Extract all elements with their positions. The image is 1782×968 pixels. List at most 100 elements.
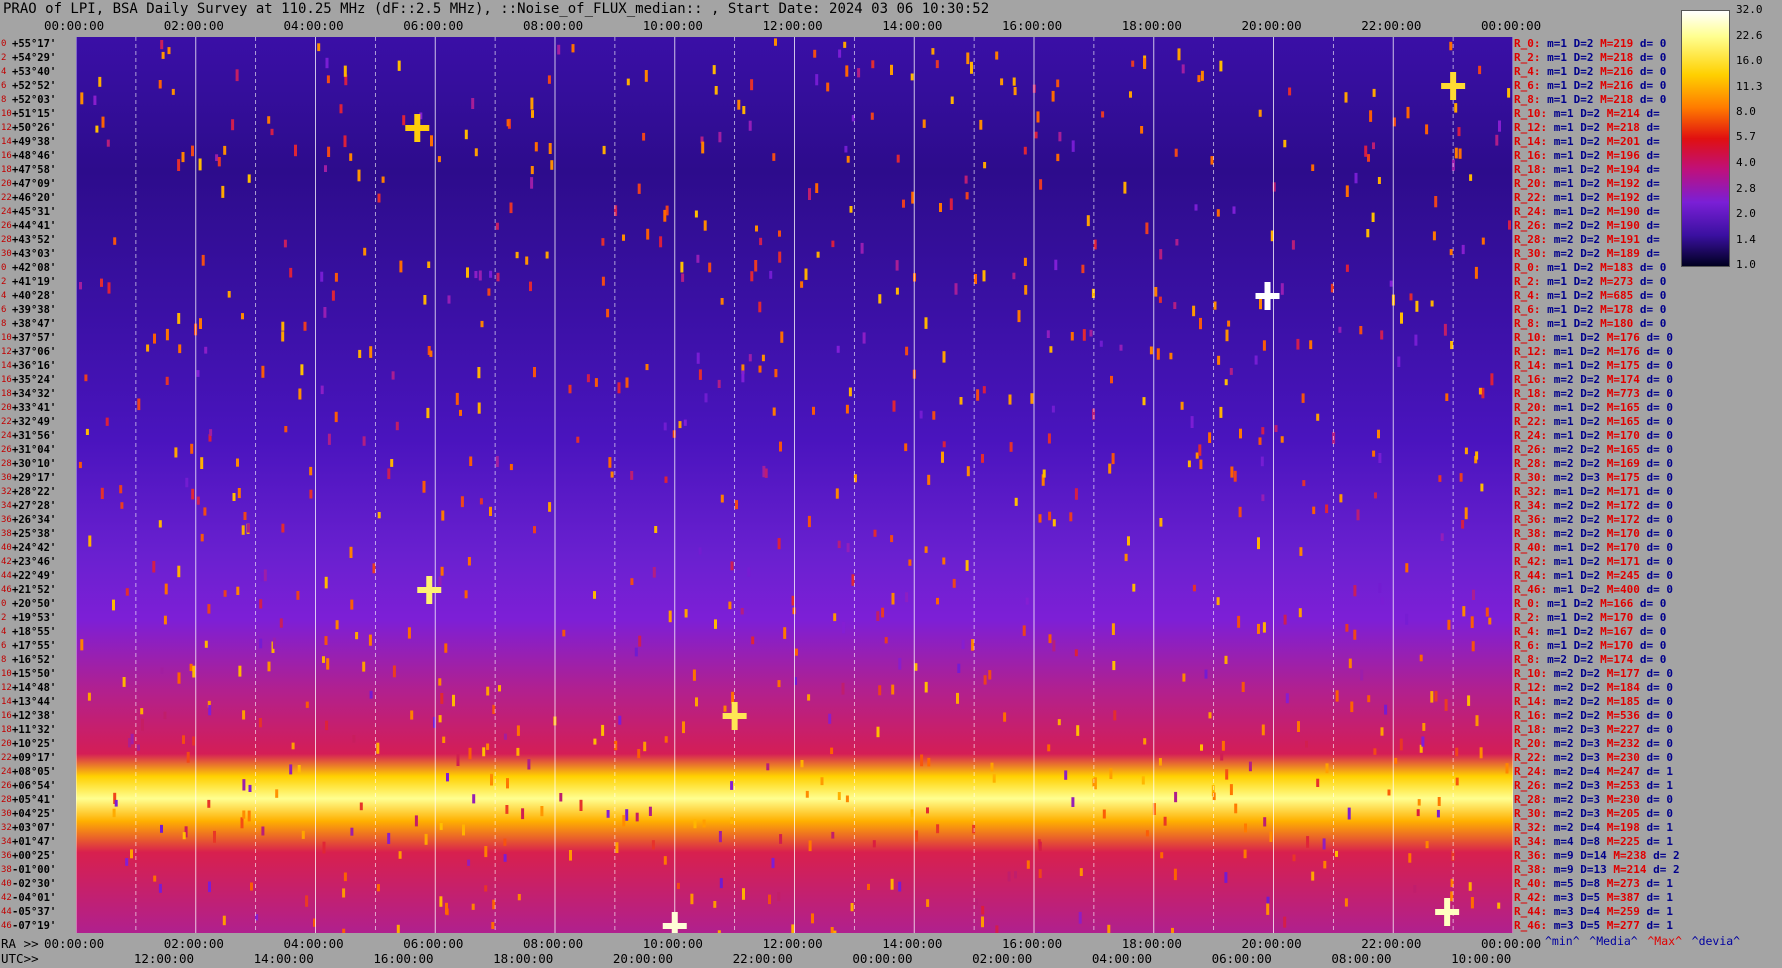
dec-label: +16°52' [12, 654, 57, 666]
speckle [414, 815, 418, 827]
speckle [890, 64, 893, 75]
speckle [1356, 509, 1360, 521]
speckle [891, 592, 895, 605]
speckle [833, 930, 837, 943]
ra-tick-label: 06:00:00 [403, 936, 464, 951]
dec-label: +10°25' [12, 738, 57, 750]
speckle [222, 915, 226, 926]
speckle [1443, 323, 1447, 336]
stat-m: m=2 [1553, 695, 1574, 708]
colorbar-label: 11.3 [1736, 79, 1763, 93]
speckle [831, 240, 835, 248]
stat-r: R_14: [1514, 695, 1548, 708]
speckle [768, 894, 771, 905]
utc-tick-label: 06:00:00 [1211, 951, 1272, 966]
speckle [718, 131, 722, 143]
speckle [896, 154, 900, 163]
speckle [971, 639, 975, 651]
stat-D: D=2 [1580, 121, 1601, 134]
stat-r: R_36: [1514, 513, 1548, 526]
speckle [241, 525, 245, 535]
speckle [830, 747, 834, 755]
speckle [1447, 619, 1451, 630]
speckle [1221, 740, 1225, 751]
utc-tick-label: 12:00:00 [133, 951, 195, 966]
speckle [1076, 725, 1080, 736]
speckle [622, 234, 625, 241]
stat-row: R_26: m=2 D=3 M=253 d= 1 [1514, 779, 1673, 792]
stat-m: m=9 [1553, 849, 1574, 862]
speckle [774, 369, 778, 378]
row-index-label: 28 [1, 795, 12, 805]
stat-row: R_6: m=1 D=2 M=170 d= 0 [1514, 639, 1666, 652]
chart-title: PRAO of LPI, BSA Daily Survey at 110.25 … [3, 1, 990, 17]
row-index-label: 16 [1, 151, 12, 161]
speckle [1261, 724, 1265, 736]
row-index-label: 32 [1, 487, 12, 497]
speckle [601, 276, 605, 286]
speckle [396, 924, 400, 936]
speckle [1243, 849, 1247, 859]
speckle [80, 639, 84, 651]
stat-r: R_34: [1514, 835, 1548, 848]
speckle [294, 144, 297, 157]
stat-M: M=184 [1606, 681, 1640, 694]
speckle [368, 634, 372, 646]
speckle [1107, 924, 1111, 934]
stat-M: M=175 [1606, 471, 1640, 484]
speckle [503, 838, 507, 846]
stat-D: D=3 [1580, 737, 1601, 750]
footer-label: ^devia^ [1691, 934, 1741, 948]
speckle [842, 621, 846, 634]
stat-M: M=198 [1606, 821, 1640, 834]
stat-m: m=1 [1547, 275, 1567, 288]
speckle [296, 591, 300, 600]
speckle [954, 283, 958, 295]
speckle [898, 658, 902, 670]
speckle [1464, 507, 1468, 520]
speckle [703, 220, 707, 231]
stat-M: M=216 [1600, 65, 1634, 78]
top-tick-label: 22:00:00 [1361, 18, 1422, 33]
speckle [927, 474, 931, 485]
row-index-label: 30 [1, 473, 12, 483]
speckle [737, 99, 741, 110]
stat-D: D=2 [1580, 541, 1601, 554]
speckle [516, 725, 520, 736]
speckle [988, 670, 992, 680]
stat-D: D=2 [1580, 583, 1601, 596]
dec-label: +46°20' [12, 192, 57, 204]
speckle [1219, 60, 1223, 72]
stat-D: D=2 [1580, 205, 1601, 218]
row-index-label: 2 [1, 53, 7, 63]
speckle [1416, 809, 1420, 817]
speckle [714, 86, 718, 95]
dec-label: +43°52' [12, 234, 57, 246]
speckle [1419, 654, 1423, 662]
row-index-label: 0 [1, 263, 7, 273]
stat-D: D=2 [1580, 443, 1601, 456]
stat-row: R_10: m=1 D=2 M=176 d= 0 [1514, 331, 1673, 344]
row-index-label: 12 [1, 347, 12, 357]
speckle [646, 228, 650, 240]
speckle [377, 512, 381, 519]
stat-D: D=2 [1580, 513, 1601, 526]
stat-d: d= 0 [1639, 37, 1667, 50]
speckle [261, 826, 265, 836]
speckle [1497, 902, 1501, 909]
speckle [439, 823, 443, 830]
speckle [678, 421, 682, 429]
speckle [780, 331, 784, 343]
stat-m: m=1 [1553, 569, 1574, 582]
speckle [1471, 641, 1475, 652]
speckle [424, 833, 428, 845]
stat-M: M=180 [1600, 317, 1634, 330]
speckle [201, 254, 205, 266]
utc-tick-label: 02:00:00 [972, 951, 1033, 966]
stat-M: M=166 [1600, 597, 1634, 610]
dec-label: +00°25' [12, 850, 57, 862]
stat-row: R_34: m=4 D=8 M=225 d= 1 [1514, 835, 1673, 848]
stat-m: m=2 [1553, 443, 1574, 456]
speckle [1344, 898, 1348, 907]
speckle [1057, 719, 1061, 726]
